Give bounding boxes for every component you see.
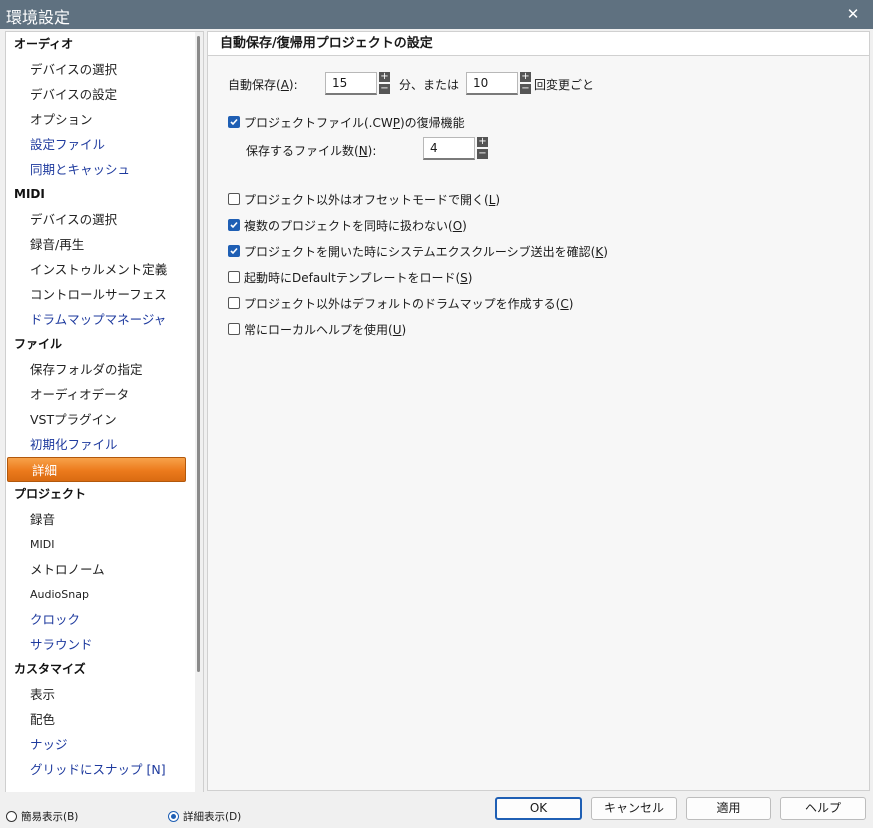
close-icon[interactable]: ✕ (833, 0, 873, 29)
checkbox-box[interactable] (228, 323, 240, 335)
tree-item[interactable]: 同期とキャッシュ (6, 157, 192, 182)
option-label: 起動時にDefaultテンプレートをロード(S) (244, 271, 473, 285)
tree-item[interactable]: 保存フォルダの指定 (6, 357, 192, 382)
panel-title: 自動保存/復帰用プロジェクトの設定 (208, 32, 869, 56)
radio-indicator[interactable] (168, 811, 179, 822)
option-label: プロジェクト以外はデフォルトのドラムマップを作成する(C) (244, 297, 574, 311)
dialog-footer: 簡易表示(B) 詳細表示(D) OK キャンセル 適用 ヘルプ (0, 792, 873, 828)
preferences-dialog: 環境設定 ✕ オーディオ デバイスの選択 デバイスの設定 オプション 設定ファイル 同期と… (0, 0, 873, 828)
tree-item[interactable]: ナッジ (6, 732, 192, 757)
recovery-label: プロジェクトファイル(.CWP)の復帰機能 (244, 116, 465, 130)
apply-button[interactable]: 適用 (686, 797, 771, 820)
tree-item[interactable]: デバイスの選択 (6, 57, 192, 82)
tree-item[interactable]: ドラムマップマネージャ (6, 307, 192, 332)
tree-category[interactable]: カスタマイズ (6, 657, 192, 682)
plus-icon[interactable]: + (477, 137, 488, 147)
detail-view-label: 詳細表示(D) (183, 811, 242, 823)
tree-item[interactable]: デバイスの設定 (6, 82, 192, 107)
tree-item[interactable]: 録音 (6, 507, 192, 532)
checkmark-icon[interactable] (228, 116, 240, 128)
checkbox-box[interactable] (228, 297, 240, 309)
tree-category[interactable]: オーディオ (6, 32, 192, 57)
settings-panel: 自動保存/復帰用プロジェクトの設定 自動保存(A): 15 + − 分、または … (207, 31, 870, 791)
radio-indicator[interactable] (6, 811, 17, 822)
file-count-label: 保存するファイル数(N): (246, 144, 377, 158)
tree-item[interactable]: クロック (6, 607, 192, 632)
checkbox-box[interactable] (228, 193, 240, 205)
help-button[interactable]: ヘルプ (780, 797, 866, 820)
tree-item[interactable]: グリッドにスナップ [N] (6, 757, 192, 782)
tree-item[interactable]: MIDI (6, 532, 192, 557)
tree-scrollbar-thumb[interactable] (197, 36, 200, 672)
option-label: プロジェクト以外はオフセットモードで開く(L) (244, 193, 501, 207)
autosave-minutes-input[interactable]: 15 (325, 72, 377, 95)
autosave-changes-suffix: 回変更ごと (534, 78, 595, 92)
tree-item[interactable]: 表示 (6, 682, 192, 707)
tree-item[interactable]: 録音/再生 (6, 232, 192, 257)
tree-scrollbar[interactable] (195, 32, 203, 792)
checkmark-icon[interactable] (228, 219, 240, 231)
ok-button[interactable]: OK (495, 797, 582, 820)
plus-icon[interactable]: + (520, 72, 531, 82)
option-label: 常にローカルヘルプを使用(U) (244, 323, 407, 337)
option-label: プロジェクトを開いた時にシステムエクスクルーシブ送出を確認(K) (244, 245, 608, 259)
tree-item[interactable]: オーディオデータ (6, 382, 192, 407)
tree-item[interactable]: オプション (6, 107, 192, 132)
tree-category[interactable]: ファイル (6, 332, 192, 357)
checkbox-box[interactable] (228, 271, 240, 283)
tree-item[interactable]: コントロールサーフェス (6, 282, 192, 307)
simple-view-label: 簡易表示(B) (21, 811, 79, 823)
tree-item[interactable]: 初期化ファイル (6, 432, 192, 457)
window-title: 環境設定 (6, 8, 71, 27)
minus-icon[interactable]: − (477, 149, 488, 159)
tree-category[interactable]: MIDI (6, 182, 192, 207)
tree-item[interactable]: サラウンド (6, 632, 192, 657)
minus-icon[interactable]: − (379, 84, 390, 94)
tree-item[interactable]: インストゥルメント定義 (6, 257, 192, 282)
tree-item[interactable]: 設定ファイル (6, 132, 192, 157)
tree-category[interactable]: プロジェクト (6, 482, 192, 507)
tree-item[interactable]: デバイスの選択 (6, 207, 192, 232)
tree-item[interactable]: VSTプラグイン (6, 407, 192, 432)
cancel-button[interactable]: キャンセル (591, 797, 677, 820)
plus-icon[interactable]: + (379, 72, 390, 82)
tree-item[interactable]: AudioSnap (6, 582, 192, 607)
category-tree[interactable]: オーディオ デバイスの選択 デバイスの設定 オプション 設定ファイル 同期とキャッシュ MI… (5, 31, 204, 793)
file-count-input[interactable]: 4 (423, 137, 475, 160)
autosave-changes-input[interactable]: 10 (466, 72, 518, 95)
option-label: 複数のプロジェクトを同時に扱わない(O) (244, 219, 467, 233)
autosave-label: 自動保存(A): (228, 78, 298, 92)
minus-icon[interactable]: − (520, 84, 531, 94)
tree-item[interactable]: 詳細 (7, 457, 186, 482)
checkmark-icon[interactable] (228, 245, 240, 257)
tree-item[interactable]: メトロノーム (6, 557, 192, 582)
autosave-or-label: 分、または (399, 78, 460, 92)
title-bar: 環境設定 ✕ (0, 0, 873, 29)
tree-item[interactable]: 配色 (6, 707, 192, 732)
